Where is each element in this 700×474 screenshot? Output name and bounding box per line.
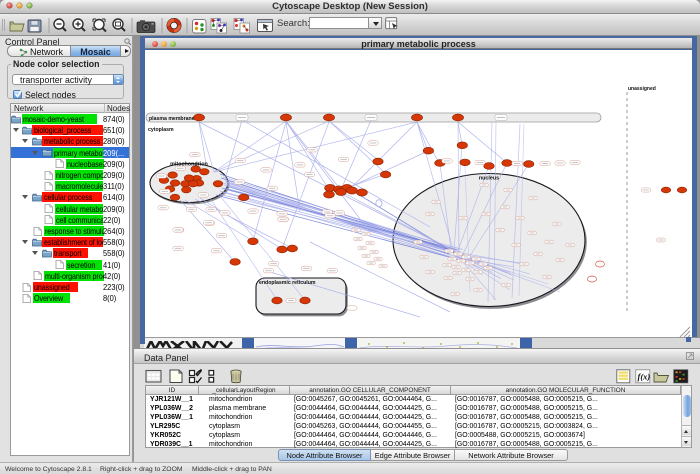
svg-text:unassigned: unassigned (628, 86, 656, 92)
svg-text:cytoplasm: cytoplasm (148, 127, 174, 133)
svg-text:f(x): f(x) (638, 372, 651, 382)
svg-text:plasma membrane: plasma membrane (149, 116, 195, 122)
svg-text:mitochondrion: mitochondrion (170, 162, 208, 168)
svg-text:endoplasmic reticulum: endoplasmic reticulum (259, 280, 316, 286)
svg-text:nucleus: nucleus (479, 176, 499, 182)
